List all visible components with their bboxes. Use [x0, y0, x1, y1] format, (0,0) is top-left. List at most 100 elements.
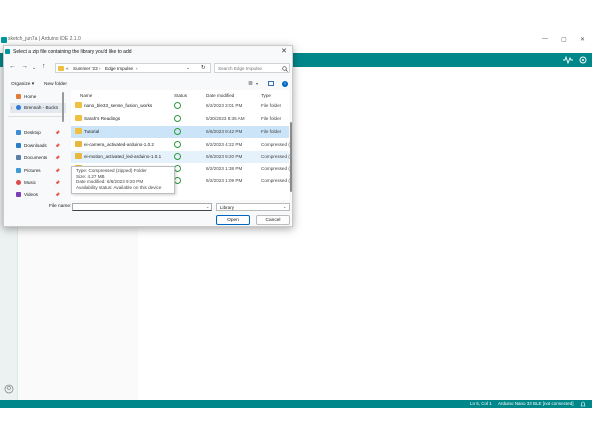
maximize-icon[interactable]: ▢ — [561, 36, 567, 43]
close-icon[interactable]: ✕ — [580, 36, 585, 43]
column-name[interactable]: Name — [80, 93, 92, 98]
file-date: 5/30/2023 8:36 AM — [206, 116, 245, 121]
pin-icon: 📌 — [55, 192, 60, 197]
file-list-scrollbar[interactable] — [290, 102, 293, 200]
back-arrow-icon[interactable]: ← — [9, 63, 16, 70]
command-bar: Organize ▾ New folder ≣ ▾ ? — [4, 78, 294, 90]
nav-item-label: Brennah - Buckn — [24, 105, 59, 110]
minimize-icon[interactable]: — — [542, 36, 548, 42]
file-type: Compressed ( — [261, 142, 290, 147]
nav-item-documents[interactable]: Documents 📌 — [10, 153, 66, 163]
serial-monitor-icon[interactable] — [578, 55, 588, 65]
forward-arrow-icon[interactable]: → — [21, 63, 28, 70]
column-type[interactable]: Type — [261, 93, 271, 98]
address-root[interactable]: « — [66, 66, 69, 71]
nav-item-onedrive[interactable]: › Brennah - Buckn — [10, 103, 66, 113]
folder-icon — [75, 128, 82, 134]
desktop-icon — [16, 130, 21, 135]
breadcrumb-separator: › — [136, 66, 138, 71]
board-status[interactable]: Arduino Nano 33 BLE [not connected] — [498, 401, 574, 406]
search-icon[interactable] — [282, 66, 288, 72]
nav-item-label: Pictures — [24, 168, 41, 173]
nav-divider — [8, 116, 62, 117]
up-arrow-icon[interactable]: ↑ — [42, 63, 46, 70]
file-name-input[interactable] — [72, 203, 212, 211]
help-icon[interactable]: ? — [282, 81, 288, 87]
cloud-icon — [16, 105, 21, 110]
file-date: 6/6/2023 9:20 PM — [206, 154, 243, 159]
breadcrumb-summer[interactable]: Summer '23 — [73, 66, 98, 71]
dialog-title: Select a zip file containing the library… — [13, 49, 132, 55]
nav-item-downloads[interactable]: Downloads 📌 — [10, 141, 66, 151]
home-icon — [16, 94, 21, 99]
serial-plotter-icon[interactable] — [563, 56, 573, 64]
file-name: Sarah's Readings — [84, 116, 121, 121]
view-options-icon[interactable]: ≣ — [248, 80, 253, 87]
expand-chevron-icon[interactable]: › — [11, 105, 12, 110]
nav-item-desktop[interactable]: Desktop 📌 — [10, 128, 66, 138]
dialog-footer: File name: ⌄ Library ⌄ Open Cancel — [4, 200, 294, 228]
file-name: Tutorial — [84, 129, 100, 134]
pin-icon: 📌 — [55, 155, 60, 160]
sync-status-icon — [174, 177, 181, 184]
profile-icon[interactable] — [4, 384, 14, 394]
search-box[interactable] — [214, 63, 290, 73]
file-date: 6/6/2023 9:42 PM — [206, 129, 243, 134]
file-name: nano_ble33_sense_fusion_works — [84, 103, 153, 108]
status-bar: Ln 5, Col 1 Arduino Nano 33 BLE [not con… — [0, 400, 592, 408]
file-type: Compressed ( — [261, 178, 290, 183]
organize-button[interactable]: Organize ▾ — [11, 82, 34, 87]
table-row[interactable]: Tutorial 6/6/2023 9:42 PM File folder — [71, 126, 289, 138]
file-type: File folder — [261, 103, 282, 108]
bell-icon[interactable] — [580, 401, 586, 407]
dialog-close-icon[interactable]: ✕ — [281, 47, 287, 55]
sync-status-icon — [174, 165, 181, 172]
ide-bottom-area — [0, 408, 592, 444]
nav-item-home[interactable]: Home — [10, 92, 66, 102]
sync-status-icon — [174, 141, 181, 148]
download-icon — [16, 143, 21, 148]
file-name-dropdown-icon[interactable]: ⌄ — [206, 204, 209, 209]
file-date: 6/2/2023 4:22 PM — [206, 142, 243, 147]
pin-icon: 📌 — [55, 130, 60, 135]
nav-scrollbar[interactable] — [62, 92, 64, 122]
nav-item-label: Home — [24, 94, 37, 99]
sync-status-icon — [174, 153, 181, 160]
ide-window-title: sketch_jun7a | Arduino IDE 2.1.0 — [8, 36, 81, 42]
table-row[interactable]: ei-motion_activated_led-arduino-1.0.1 6/… — [71, 151, 290, 163]
file-date: 6/2/2023 3:01 PM — [206, 103, 243, 108]
nav-item-music[interactable]: Music 📌 — [10, 178, 66, 188]
table-row[interactable]: Sarah's Readings 5/30/2023 8:36 AM File … — [71, 113, 289, 125]
recent-locations-icon[interactable]: ⌄ — [32, 65, 36, 71]
pin-icon: 📌 — [55, 180, 60, 185]
breadcrumb-edge-impulse[interactable]: Edge Impulse — [105, 66, 133, 71]
file-type: Compressed ( — [261, 154, 290, 159]
nav-item-label: Desktop — [24, 130, 41, 135]
dialog-app-icon — [5, 49, 10, 54]
preview-pane-icon[interactable] — [268, 81, 274, 86]
column-date[interactable]: Date modified — [206, 93, 234, 98]
new-folder-button[interactable]: New folder — [44, 82, 67, 87]
file-type: Compressed ( — [261, 166, 290, 171]
refresh-icon[interactable]: ↻ — [201, 65, 206, 71]
search-input[interactable] — [218, 65, 278, 72]
sync-status-icon — [174, 128, 181, 135]
table-row[interactable]: ei-camera_activated-arduino-1.0.2 6/2/20… — [71, 139, 290, 151]
open-button[interactable]: Open — [216, 215, 250, 225]
file-type-select[interactable]: Library ⌄ — [216, 203, 290, 211]
sync-status-icon — [174, 102, 181, 109]
scrollbar-thumb[interactable] — [290, 122, 292, 192]
address-bar[interactable]: « Summer '23 › Edge Impulse › ⌄ ↻ — [55, 63, 211, 73]
videos-icon — [16, 192, 21, 197]
column-status[interactable]: Status — [174, 93, 187, 98]
nav-item-videos[interactable]: Videos 📌 — [10, 190, 66, 200]
nav-item-pictures[interactable]: Pictures 📌 — [10, 166, 66, 176]
table-row[interactable]: nano_ble33_sense_fusion_works 6/2/2023 3… — [71, 100, 289, 112]
zip-folder-icon — [75, 153, 82, 159]
view-dropdown-icon[interactable]: ▾ — [256, 81, 258, 86]
file-name-label: File name: — [49, 204, 72, 209]
cancel-button[interactable]: Cancel — [256, 215, 290, 225]
address-dropdown-icon[interactable]: ⌄ — [186, 65, 190, 71]
file-type: File folder — [261, 129, 282, 134]
arduino-app-icon — [1, 37, 7, 43]
